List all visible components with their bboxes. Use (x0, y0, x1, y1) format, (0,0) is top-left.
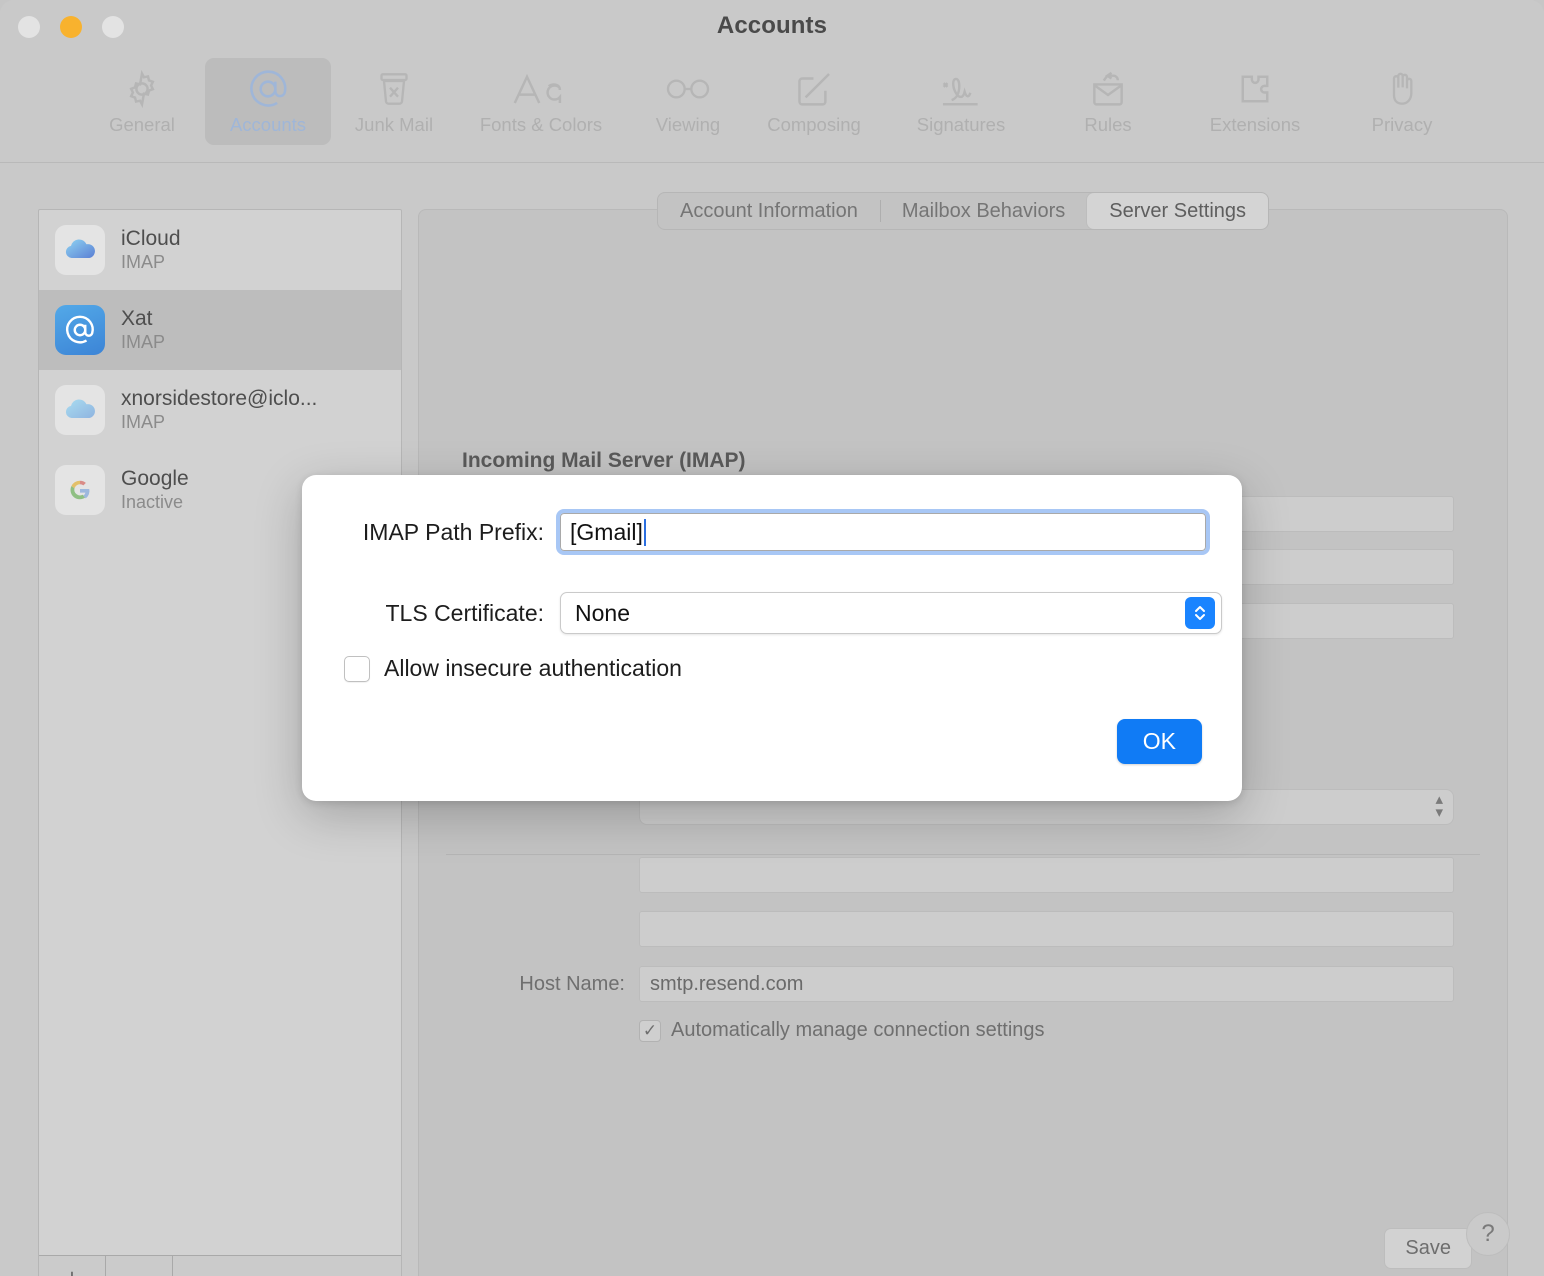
auto-manage-checkbox[interactable]: ✓ (639, 1020, 661, 1042)
toolbar-item-composing[interactable]: Composing (751, 58, 877, 145)
incoming-section-title: Incoming Mail Server (IMAP) (462, 449, 746, 473)
ok-button[interactable]: OK (1117, 719, 1202, 764)
outgoing-hostname-row: Host Name: smtp.resend.com (444, 966, 1454, 1002)
toolbar-item-label: Signatures (917, 116, 1005, 135)
help-button[interactable]: ? (1466, 1212, 1510, 1256)
path-prefix-row: IMAP Path Prefix: [Gmail] (328, 513, 1206, 551)
tls-certificate-row: TLS Certificate: None (328, 592, 1222, 634)
font-aa-icon (511, 66, 571, 112)
form-divider (446, 854, 1480, 855)
toolbar-item-signatures[interactable]: Signatures (877, 58, 1045, 145)
chevron-updown-icon: ▴▾ (1435, 794, 1443, 820)
toolbar-item-label: Viewing (656, 116, 720, 135)
at-sign-icon (246, 66, 290, 112)
save-button[interactable]: Save (1384, 1228, 1472, 1269)
account-text: Google Inactive (121, 467, 189, 514)
allow-insecure-auth-row[interactable]: Allow insecure authentication (344, 655, 682, 682)
gear-icon (121, 66, 163, 112)
toolbar-item-extensions[interactable]: Extensions (1171, 58, 1339, 145)
auto-manage-label: Automatically manage connection settings (671, 1019, 1045, 1042)
toolbar-item-label: Composing (767, 116, 861, 135)
google-g-icon (55, 465, 105, 515)
account-name: Google (121, 467, 189, 491)
glasses-icon (663, 66, 713, 112)
icloud-icon (55, 385, 105, 435)
outgoing-obscured-input-2[interactable] (639, 911, 1454, 947)
outgoing-hostname-label: Host Name: (444, 973, 639, 996)
toolbar-item-general[interactable]: General (79, 58, 205, 145)
text-caret (644, 519, 646, 546)
outgoing-hostname-input[interactable]: smtp.resend.com (639, 966, 1454, 1002)
tls-certificate-label: TLS Certificate: (328, 600, 560, 627)
tls-certificate-value: None (575, 600, 630, 627)
account-text: Xat IMAP (121, 307, 165, 354)
toolbar-item-label: Fonts & Colors (480, 116, 602, 135)
sidebar-footer-spacer (173, 1256, 401, 1276)
account-text: iCloud IMAP (121, 227, 181, 274)
account-name: Xat (121, 307, 165, 331)
toolbar-item-label: Privacy (1372, 116, 1433, 135)
at-sign-icon (55, 305, 105, 355)
account-type: IMAP (121, 251, 181, 274)
account-row-icloud[interactable]: iCloud IMAP (39, 210, 401, 290)
window-title: Accounts (0, 12, 1544, 40)
trash-x-icon (374, 66, 414, 112)
preferences-window: Accounts General Accounts (0, 0, 1544, 1276)
toolbar-item-label: Accounts (230, 116, 306, 135)
chevron-updown-icon[interactable] (1185, 597, 1215, 629)
settings-tabbar: Account Information Mailbox Behaviors Se… (418, 192, 1508, 230)
allow-insecure-auth-checkbox[interactable] (344, 656, 370, 682)
toolbar-item-label: General (109, 116, 175, 135)
outgoing-obscured-row-2 (444, 911, 1454, 947)
toolbar-item-label: Extensions (1210, 116, 1301, 135)
path-prefix-label: IMAP Path Prefix: (328, 519, 560, 546)
account-type: IMAP (121, 411, 317, 434)
remove-account-button[interactable]: – (106, 1256, 173, 1276)
signature-icon (935, 66, 987, 112)
tls-certificate-select[interactable]: None (560, 592, 1222, 634)
toolbar-item-viewing[interactable]: Viewing (625, 58, 751, 145)
preferences-toolbar: General Accounts Junk Mail (0, 56, 1544, 163)
path-prefix-value: [Gmail] (570, 519, 643, 546)
account-type: Inactive (121, 491, 189, 514)
tab-group: Account Information Mailbox Behaviors Se… (657, 192, 1269, 230)
toolbar-item-accounts[interactable]: Accounts (205, 58, 331, 145)
add-account-button[interactable]: + (39, 1256, 106, 1276)
outgoing-obscured-input-1[interactable] (639, 857, 1454, 893)
hand-icon (1382, 66, 1422, 112)
rules-mail-icon (1087, 66, 1129, 112)
tab-mailbox-behaviors[interactable]: Mailbox Behaviors (880, 193, 1087, 229)
window-titlebar: Accounts (0, 0, 1544, 56)
toolbar-item-privacy[interactable]: Privacy (1339, 58, 1465, 145)
account-type: IMAP (121, 331, 165, 354)
icloud-icon (55, 225, 105, 275)
allow-insecure-auth-label: Allow insecure authentication (384, 655, 682, 682)
puzzle-icon (1233, 66, 1277, 112)
account-name: iCloud (121, 227, 181, 251)
toolbar-item-junk-mail[interactable]: Junk Mail (331, 58, 457, 145)
toolbar-item-fonts-colors[interactable]: Fonts & Colors (457, 58, 625, 145)
tab-account-information[interactable]: Account Information (658, 193, 880, 229)
tab-server-settings[interactable]: Server Settings (1087, 193, 1268, 229)
account-row-xnorsidestore[interactable]: xnorsidestore@iclo... IMAP (39, 370, 401, 450)
toolbar-item-label: Rules (1084, 116, 1131, 135)
account-name: xnorsidestore@iclo... (121, 387, 317, 411)
outgoing-obscured-row-1 (444, 857, 1454, 893)
account-row-xat[interactable]: Xat IMAP (39, 290, 401, 370)
path-prefix-input[interactable]: [Gmail] (560, 513, 1206, 551)
toolbar-item-label: Junk Mail (355, 116, 433, 135)
auto-manage-connection-row[interactable]: ✓ Automatically manage connection settin… (639, 1019, 1045, 1042)
imap-advanced-dialog: IMAP Path Prefix: [Gmail] TLS Certificat… (302, 475, 1242, 801)
compose-pen-icon (793, 66, 835, 112)
sidebar-footer: + – (39, 1255, 401, 1276)
toolbar-item-rules[interactable]: Rules (1045, 58, 1171, 145)
account-text: xnorsidestore@iclo... IMAP (121, 387, 317, 434)
